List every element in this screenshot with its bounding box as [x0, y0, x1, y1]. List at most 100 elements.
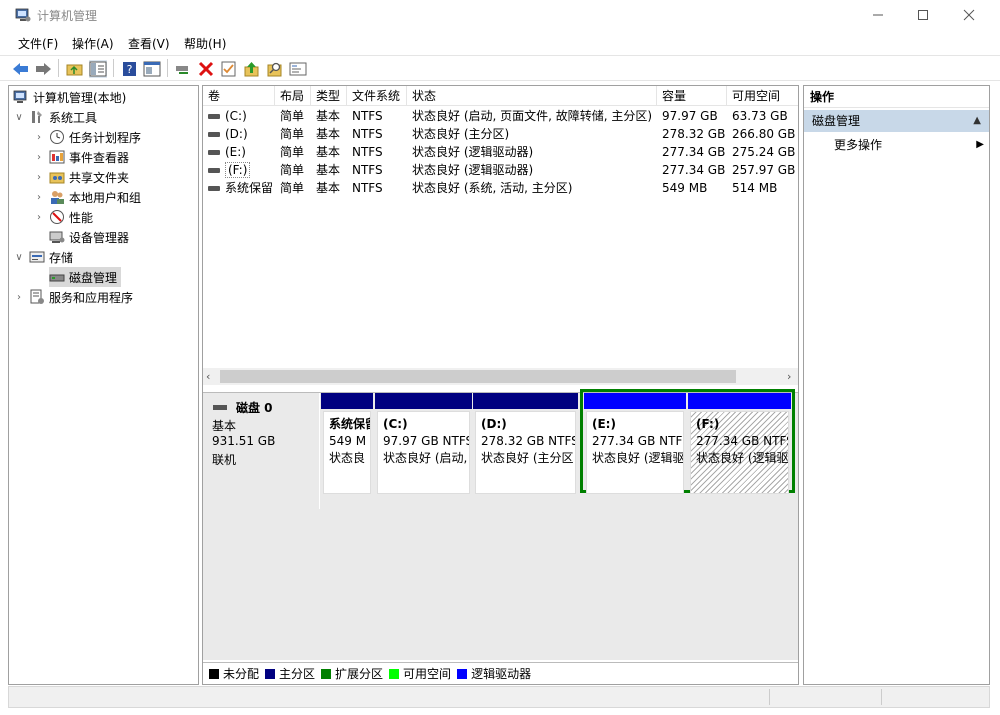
tree-item-task-scheduler[interactable]: › 任务计划程序: [33, 127, 141, 147]
delete-icon[interactable]: [197, 60, 215, 78]
up-folder-icon[interactable]: [66, 60, 84, 78]
scroll-right-icon[interactable]: ›: [787, 370, 791, 383]
volume-layout: 简单: [280, 109, 305, 123]
legend-item: 逻辑驱动器: [457, 665, 531, 682]
primary-partition-bar: [321, 393, 373, 409]
legend-label: 可用空间: [403, 667, 452, 681]
actions-section-disk-management[interactable]: 磁盘管理 ▲: [804, 110, 989, 132]
table-row[interactable]: (E:) 简单 基本 NTFS 状态良好 (逻辑驱动器) 277.34 GB 2…: [203, 143, 798, 161]
legend-label: 未分配: [223, 667, 260, 681]
minimize-button[interactable]: [855, 0, 901, 30]
horizontal-scrollbar[interactable]: ‹ ›: [203, 368, 798, 385]
tree-item-local-users[interactable]: › 本地用户和组: [33, 187, 141, 207]
disk-management-pane: 卷 布局 类型 文件系统 状态 容量 可用空间 (C:) 简单 基本 NTFS …: [202, 85, 799, 685]
volume-capacity: 277.34 GB: [662, 145, 726, 159]
show-tree-icon[interactable]: [89, 60, 107, 78]
navigation-tree: 计算机管理(本地) ∨ 系统工具 › 任务计划程序 › 事件查看器 › 共享文件…: [8, 85, 199, 685]
chevron-right-icon[interactable]: ›: [13, 292, 25, 303]
tree-item-services-apps[interactable]: › 服务和应用程序: [13, 287, 133, 307]
partition-e[interactable]: (E:) 277.34 GB NTF 状态良好 (逻辑驱: [584, 393, 686, 496]
actions-section-label: 磁盘管理: [812, 114, 861, 128]
disk-info-box[interactable]: 磁盘 0 基本 931.51 GB 联机: [203, 393, 320, 509]
chevron-right-icon[interactable]: ›: [33, 212, 45, 223]
actions-pane: 操作 磁盘管理 ▲ 更多操作 ▶: [803, 85, 990, 685]
legend-label: 扩展分区: [335, 667, 384, 681]
tree-item-device-manager[interactable]: 设备管理器: [49, 227, 129, 247]
toolbar-separator: [167, 59, 168, 77]
table-row[interactable]: 系统保留 简单 基本 NTFS 状态良好 (系统, 活动, 主分区) 549 M…: [203, 179, 798, 197]
services-icon: [29, 289, 45, 305]
volume-status: 状态良好 (主分区): [412, 127, 510, 141]
collapse-up-icon[interactable]: ▲: [973, 110, 981, 132]
maximize-button[interactable]: [900, 0, 946, 30]
volume-status: 状态良好 (启动, 页面文件, 故障转储, 主分区): [412, 109, 653, 123]
logical-drive-bar: [688, 393, 791, 409]
disk-graphical-view: 磁盘 0 基本 931.51 GB 联机 系统保留 549 M 状态良 (C:)…: [203, 389, 798, 660]
legend-label: 主分区: [279, 667, 316, 681]
chevron-right-icon[interactable]: ›: [33, 152, 45, 163]
tree-item-disk-management[interactable]: 磁盘管理: [49, 267, 122, 287]
status-bar: [8, 686, 990, 708]
tree-item-event-viewer[interactable]: › 事件查看器: [33, 147, 129, 167]
tree-item-performance[interactable]: › 性能: [33, 207, 93, 227]
title-bar: 计算机管理: [0, 0, 1000, 30]
chevron-down-icon[interactable]: ∨: [13, 112, 25, 123]
legend-swatch: [389, 668, 400, 679]
partition-c[interactable]: (C:) 97.97 GB NTFS 状态良好 (启动,: [375, 393, 472, 496]
column-header-type[interactable]: 类型: [311, 86, 347, 106]
menu-view[interactable]: 查看(V): [128, 35, 170, 52]
volume-name: (E:): [225, 145, 246, 159]
column-header-layout[interactable]: 布局: [275, 86, 311, 106]
menu-help[interactable]: 帮助(H): [184, 35, 226, 52]
table-row[interactable]: (D:) 简单 基本 NTFS 状态良好 (主分区) 278.32 GB 266…: [203, 125, 798, 143]
table-row[interactable]: (C:) 简单 基本 NTFS 状态良好 (启动, 页面文件, 故障转储, 主分…: [203, 107, 798, 125]
table-row[interactable]: (F:) 简单 基本 NTFS 状态良好 (逻辑驱动器) 277.34 GB 2…: [203, 161, 798, 179]
partition-size: 97.97 GB NTFS: [383, 434, 470, 448]
partition-name: (C:): [383, 417, 408, 431]
tree-item-system-tools[interactable]: ∨ 系统工具: [13, 107, 97, 127]
menu-file[interactable]: 文件(F): [18, 35, 58, 52]
scroll-left-icon[interactable]: ‹: [206, 370, 210, 383]
more-actions-item[interactable]: 更多操作 ▶: [834, 135, 984, 155]
volume-filesystem: NTFS: [352, 163, 383, 177]
check-icon[interactable]: [220, 60, 238, 78]
up-arrow-icon[interactable]: [243, 60, 261, 78]
partition-f[interactable]: (F:) 277.34 GB NTFS 状态良好 (逻辑驱: [688, 393, 791, 496]
volume-filesystem: NTFS: [352, 127, 383, 141]
back-icon[interactable]: [12, 60, 30, 78]
tree-item-shared-folders[interactable]: › 共享文件夹: [33, 167, 129, 187]
scrollbar-thumb[interactable]: [220, 370, 736, 383]
legend-item: 扩展分区: [321, 665, 383, 682]
tools-icon: [29, 109, 45, 125]
tree-item-storage[interactable]: ∨ 存储: [13, 247, 73, 267]
column-header-free-space[interactable]: 可用空间: [727, 86, 798, 106]
console-icon[interactable]: [289, 60, 307, 78]
partition-d[interactable]: (D:) 278.32 GB NTFS 状态良好 (主分区: [473, 393, 578, 496]
forward-icon[interactable]: [34, 60, 52, 78]
legend-swatch: [265, 668, 276, 679]
partition-status: 状态良: [329, 451, 366, 465]
partition-system-reserved[interactable]: 系统保留 549 M 状态良: [321, 393, 373, 496]
help-icon[interactable]: ?: [121, 60, 139, 78]
drive-icon: [208, 186, 220, 191]
connect-icon[interactable]: [174, 60, 192, 78]
column-header-capacity[interactable]: 容量: [657, 86, 727, 106]
partition-name: (E:): [592, 417, 616, 431]
status-divider: [881, 689, 882, 705]
toolbar: ?: [0, 55, 1000, 81]
chevron-right-icon[interactable]: ›: [33, 132, 45, 143]
chevron-down-icon[interactable]: ∨: [13, 252, 25, 263]
close-button[interactable]: [946, 0, 992, 30]
disk-type: 基本: [212, 419, 237, 433]
tree-item-root[interactable]: 计算机管理(本地): [13, 87, 126, 107]
chevron-right-icon[interactable]: ›: [33, 192, 45, 203]
volume-capacity: 277.34 GB: [662, 163, 726, 177]
chevron-right-icon[interactable]: ›: [33, 172, 45, 183]
toolbar-separator: [113, 59, 114, 77]
search-icon[interactable]: [266, 60, 284, 78]
column-header-status[interactable]: 状态: [407, 86, 657, 106]
column-header-filesystem[interactable]: 文件系统: [347, 86, 407, 106]
menu-action[interactable]: 操作(A): [72, 35, 114, 52]
properties-icon[interactable]: [143, 60, 161, 78]
column-header-volume[interactable]: 卷: [203, 86, 275, 106]
